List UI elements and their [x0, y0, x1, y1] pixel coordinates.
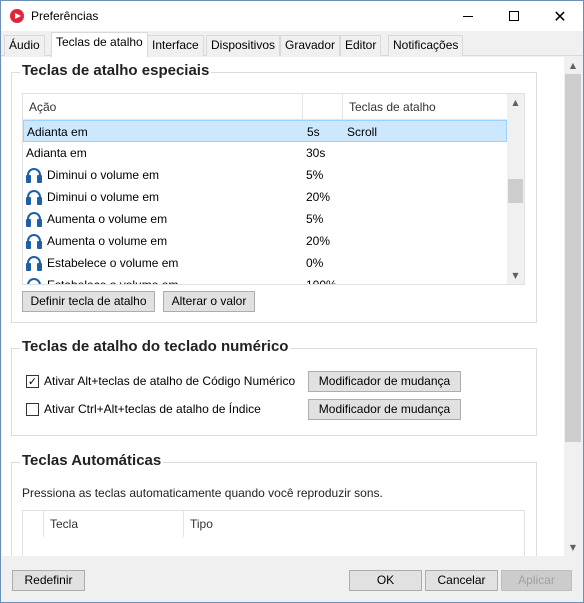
define-hotkey-button[interactable]: Definir tecla de atalho: [22, 291, 155, 312]
ctrl-alt-modifier-button[interactable]: Modificador de mudança: [308, 399, 461, 420]
row-value: 5%: [306, 212, 324, 226]
alt-numeric-checkbox[interactable]: ✓: [26, 375, 39, 388]
list-row[interactable]: Estabelece o volume em 0%: [23, 252, 507, 274]
close-icon: ✕: [553, 6, 567, 26]
window-title: Preferências: [31, 9, 99, 23]
media-player-icon: [10, 9, 24, 23]
row-value: 5s: [307, 125, 320, 139]
row-action: Estabelece o volume em: [47, 256, 179, 270]
preferences-window: Preferências ✕ Áudio Teclas de atalho In…: [0, 0, 584, 603]
list-row[interactable]: Adianta em 5s Scroll: [23, 120, 507, 142]
row-hotkey: Scroll: [347, 125, 378, 139]
hotkeys-list[interactable]: Ação Teclas de atalho Adianta em 5s Scro…: [22, 93, 525, 285]
column-key[interactable]: Tecla: [50, 511, 78, 537]
list-row[interactable]: Aumenta o volume em 20%: [23, 230, 507, 252]
tab-devices[interactable]: Dispositivos: [206, 35, 281, 56]
headphones-icon: [26, 190, 42, 205]
tab-strip: Áudio Teclas de atalho Interface Disposi…: [1, 32, 583, 57]
scroll-up-icon[interactable]: ▲: [564, 57, 582, 74]
maximize-icon: [509, 11, 519, 21]
list-row[interactable]: Aumenta o volume em 5%: [23, 208, 507, 230]
special-hotkeys-group: Teclas de atalho especiais Ação Teclas d…: [11, 62, 537, 323]
tab-hotkeys[interactable]: Teclas de atalho: [51, 32, 148, 57]
headphones-icon: [26, 256, 42, 271]
headphones-icon: [26, 278, 42, 284]
tab-interface[interactable]: Interface: [147, 35, 204, 56]
list-scrollbar[interactable]: ▲ ▼: [507, 94, 524, 284]
headphones-icon: [26, 212, 42, 227]
row-action: Diminui o volume em: [47, 190, 160, 204]
column-divider: [43, 511, 44, 537]
apply-button[interactable]: Aplicar: [501, 570, 572, 591]
row-action: Adianta em: [26, 146, 87, 160]
row-action: Aumenta o volume em: [47, 212, 168, 226]
alt-numeric-label: Ativar Alt+teclas de atalho de Código Nu…: [44, 374, 296, 388]
scroll-down-icon[interactable]: ▼: [564, 539, 582, 556]
minimize-icon: [463, 15, 473, 17]
headphones-icon: [26, 168, 42, 183]
headphones-icon: [26, 234, 42, 249]
numpad-hotkeys-title: Teclas de atalho do teclado numérico: [20, 338, 291, 355]
row-action: Diminui o volume em: [47, 168, 160, 182]
title-bar: Preferências ✕: [1, 1, 583, 31]
scroll-up-icon[interactable]: ▲: [507, 94, 524, 111]
row-value: 30s: [306, 146, 326, 160]
special-hotkeys-title: Teclas de atalho especiais: [20, 62, 212, 79]
scroll-down-icon[interactable]: ▼: [507, 267, 524, 284]
list-scroll-thumb[interactable]: [508, 179, 523, 203]
ctrl-alt-index-label: Ativar Ctrl+Alt+teclas de atalho de Índi…: [44, 402, 261, 416]
list-row[interactable]: Diminui o volume em 20%: [23, 186, 507, 208]
list-header: Ação Teclas de atalho: [23, 94, 507, 120]
row-value: 20%: [306, 234, 331, 248]
reset-button[interactable]: Redefinir: [12, 570, 85, 591]
row-action: Aumenta o volume em: [47, 234, 168, 248]
auto-keys-list[interactable]: Tecla Tipo: [22, 510, 525, 556]
ctrl-alt-index-checkbox[interactable]: [26, 403, 39, 416]
auto-keys-title: Teclas Automáticas: [20, 452, 164, 469]
auto-keys-group: Teclas Automáticas Pressiona as teclas a…: [11, 452, 537, 556]
hotkeys-panel: Teclas de atalho especiais Ação Teclas d…: [2, 57, 564, 556]
ok-button[interactable]: OK: [349, 570, 422, 591]
tab-recorder[interactable]: Gravador: [280, 35, 341, 56]
column-value[interactable]: [303, 94, 343, 120]
panel-scrollbar[interactable]: ▲ ▼: [564, 57, 582, 556]
row-value: 20%: [306, 190, 331, 204]
list-row[interactable]: Adianta em 30s: [23, 142, 507, 164]
cancel-button[interactable]: Cancelar: [425, 570, 498, 591]
row-action: Adianta em: [27, 125, 88, 139]
tab-audio[interactable]: Áudio: [4, 35, 45, 56]
column-hotkey[interactable]: Teclas de atalho: [343, 94, 507, 120]
row-value: 5%: [306, 168, 324, 182]
row-value: 0%: [306, 256, 324, 270]
list-row[interactable]: Diminui o volume em 5%: [23, 164, 507, 186]
auto-keys-description: Pressiona as teclas automaticamente quan…: [22, 486, 383, 500]
column-action[interactable]: Ação: [23, 94, 303, 120]
list-rows: Adianta em 5s Scroll Adianta em 30s Dimi…: [23, 120, 507, 285]
change-value-button[interactable]: Alterar o valor: [163, 291, 255, 312]
close-button[interactable]: ✕: [537, 1, 583, 31]
column-divider: [183, 511, 184, 537]
alt-modifier-button[interactable]: Modificador de mudança: [308, 371, 461, 392]
row-action: Estabelece o volume em: [47, 278, 179, 285]
row-value: 100%: [306, 278, 337, 285]
dialog-footer: Redefinir OK Cancelar Aplicar: [1, 556, 583, 602]
minimize-button[interactable]: [445, 1, 491, 31]
numpad-hotkeys-group: Teclas de atalho do teclado numérico ✓ A…: [11, 338, 537, 436]
maximize-button[interactable]: [491, 1, 537, 31]
tab-editor[interactable]: Editor: [340, 35, 382, 56]
list-row[interactable]: Estabelece o volume em 100%: [23, 274, 507, 285]
tab-notifications[interactable]: Notificações: [388, 35, 464, 56]
panel-scroll-thumb[interactable]: [565, 74, 581, 442]
column-type[interactable]: Tipo: [190, 511, 213, 537]
